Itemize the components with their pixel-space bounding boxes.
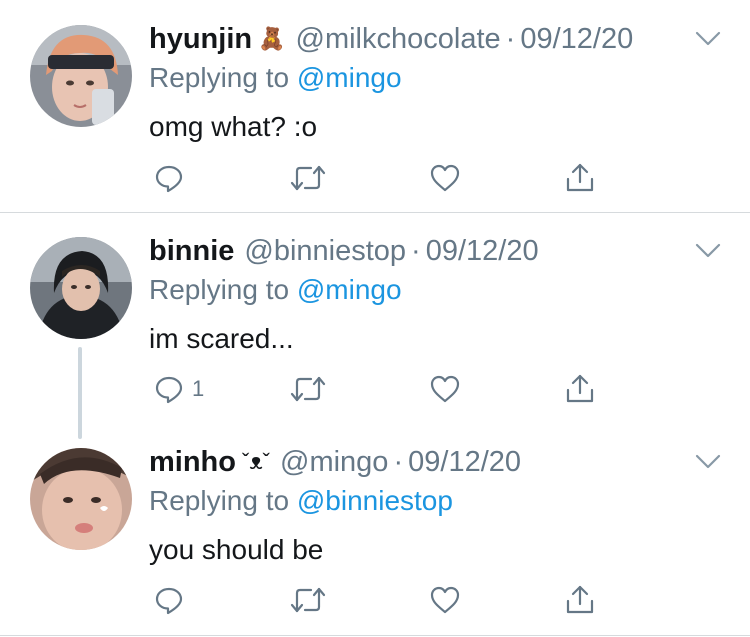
tweet-text: omg what? :o — [149, 111, 318, 142]
avatar[interactable] — [30, 25, 132, 127]
reply-button[interactable]: 1 — [154, 372, 204, 406]
tweet-actions — [154, 161, 604, 195]
mention-link[interactable]: @mingo — [297, 274, 402, 305]
reply-icon — [155, 587, 183, 615]
tweet-header: binnie @binniestop · 09/12/20 — [149, 234, 539, 268]
separator: · — [393, 446, 404, 478]
divider — [0, 635, 750, 636]
tweet-date[interactable]: 09/12/20 — [520, 22, 633, 56]
chevron-down-icon[interactable] — [694, 242, 722, 260]
like-icon — [430, 164, 460, 192]
retweet-button[interactable] — [289, 583, 327, 617]
replying-to: Replying to @mingo — [149, 273, 402, 307]
reply-icon — [155, 376, 183, 404]
display-name[interactable]: minho — [149, 445, 236, 479]
share-icon — [566, 585, 594, 614]
name-emoticon: ˇᴥˇ — [242, 449, 271, 474]
retweet-icon — [290, 376, 326, 402]
tweet-actions — [154, 583, 604, 617]
tweet-text: im scared... — [149, 323, 294, 354]
tweet-actions: 1 — [154, 372, 604, 406]
chevron-down-icon[interactable] — [694, 30, 722, 48]
reply-icon — [155, 165, 183, 193]
display-name[interactable]: hyunjin — [149, 22, 252, 56]
user-handle[interactable]: @mingo — [280, 445, 388, 479]
user-handle[interactable]: @binniestop — [244, 234, 406, 268]
mention-link[interactable]: @binniestop — [297, 485, 453, 516]
tweet-text: you should be — [149, 534, 324, 565]
tweet-header: minho ˇᴥˇ @mingo · 09/12/20 — [149, 445, 521, 479]
retweet-button[interactable] — [289, 161, 327, 195]
like-icon — [430, 586, 460, 614]
share-button[interactable] — [564, 583, 596, 617]
name-emoji: 🧸 — [258, 26, 286, 51]
replying-to: Replying to @binniestop — [149, 484, 453, 518]
share-button[interactable] — [564, 372, 596, 406]
tweet-header: hyunjin 🧸 @milkchocolate · 09/12/20 — [149, 22, 633, 56]
user-handle[interactable]: @milkchocolate — [296, 22, 501, 56]
like-button[interactable] — [429, 372, 461, 406]
retweet-button[interactable] — [289, 372, 327, 406]
share-button[interactable] — [564, 161, 596, 195]
tweet-date[interactable]: 09/12/20 — [408, 445, 521, 479]
reply-button[interactable] — [154, 161, 192, 195]
retweet-icon — [290, 587, 326, 613]
tweet-feed: hyunjin 🧸 @milkchocolate · 09/12/20 Repl… — [0, 0, 750, 637]
replying-to: Replying to @mingo — [149, 61, 402, 95]
tweet[interactable]: hyunjin 🧸 @milkchocolate · 09/12/20 Repl… — [0, 0, 750, 212]
tweet[interactable]: minho ˇᴥˇ @mingo · 09/12/20 Replying to … — [0, 423, 750, 636]
like-icon — [430, 375, 460, 403]
display-name[interactable]: binnie — [149, 234, 234, 268]
reply-button[interactable] — [154, 583, 192, 617]
separator: · — [505, 23, 516, 55]
like-button[interactable] — [429, 161, 461, 195]
tweet-date[interactable]: 09/12/20 — [426, 234, 539, 268]
separator: · — [411, 235, 421, 267]
avatar[interactable] — [30, 237, 132, 339]
tweet[interactable]: binnie @binniestop · 09/12/20 Replying t… — [0, 213, 750, 423]
like-button[interactable] — [429, 583, 461, 617]
retweet-icon — [290, 165, 326, 191]
share-icon — [566, 163, 594, 192]
reply-count: 1 — [192, 376, 205, 401]
share-icon — [566, 374, 594, 403]
avatar[interactable] — [30, 448, 132, 550]
mention-link[interactable]: @mingo — [297, 62, 402, 93]
replying-to-label: Replying to — [149, 62, 290, 93]
replying-to-label: Replying to — [149, 274, 290, 305]
replying-to-label: Replying to — [149, 485, 290, 516]
chevron-down-icon[interactable] — [694, 453, 722, 471]
